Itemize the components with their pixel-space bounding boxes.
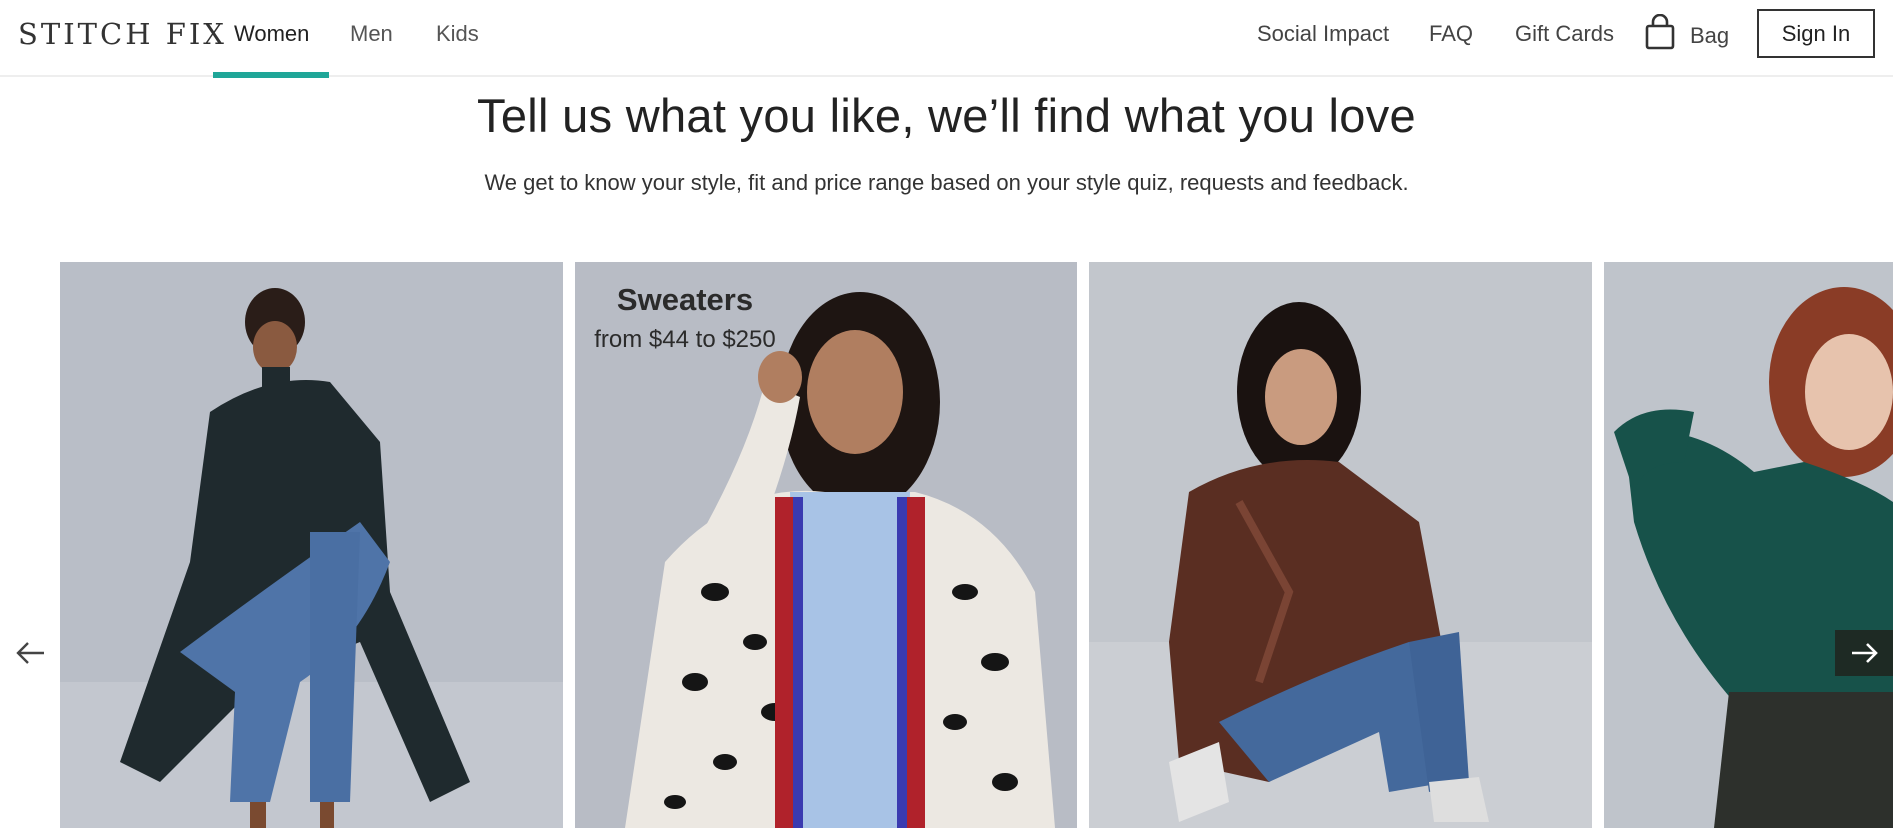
- active-nav-indicator: [213, 72, 329, 78]
- page-subtitle: We get to know your style, fit and price…: [484, 170, 1409, 195]
- tile-2-label: Sweaters from $44 to $250: [575, 282, 795, 354]
- logo[interactable]: STITCH FIX: [18, 17, 227, 51]
- carousel-tile-3[interactable]: [1089, 262, 1592, 828]
- carousel-tile-1[interactable]: [60, 262, 563, 828]
- arrow-left-icon[interactable]: [14, 636, 48, 670]
- carousel-next-button[interactable]: [1835, 630, 1893, 676]
- carousel-tile-4[interactable]: [1604, 262, 1893, 828]
- nav-social-impact[interactable]: Social Impact: [1257, 21, 1389, 47]
- page-title: Tell us what you like, we’ll find what y…: [477, 89, 1416, 142]
- tile-2-price-range: from $44 to $250: [594, 326, 776, 353]
- nav-women[interactable]: Women: [234, 21, 309, 47]
- model-photo-1: [60, 262, 563, 828]
- sign-in-button[interactable]: Sign In: [1757, 9, 1875, 58]
- nav-kids[interactable]: Kids: [436, 21, 479, 47]
- arrow-right-icon: [1852, 643, 1878, 663]
- bag-icon[interactable]: [1644, 14, 1676, 50]
- bag-link[interactable]: Bag: [1690, 23, 1729, 49]
- nav-men[interactable]: Men: [350, 21, 393, 47]
- tile-2-title: Sweaters: [616, 282, 754, 317]
- carousel-tile-2[interactable]: Sweaters from $44 to $250: [575, 262, 1077, 828]
- nav-faq[interactable]: FAQ: [1429, 21, 1473, 47]
- nav-gift-cards[interactable]: Gift Cards: [1515, 21, 1614, 47]
- model-photo-4: [1604, 262, 1893, 828]
- site-header: STITCH FIX Women Men Kids Social Impact …: [0, 0, 1893, 78]
- model-photo-3: [1089, 262, 1592, 828]
